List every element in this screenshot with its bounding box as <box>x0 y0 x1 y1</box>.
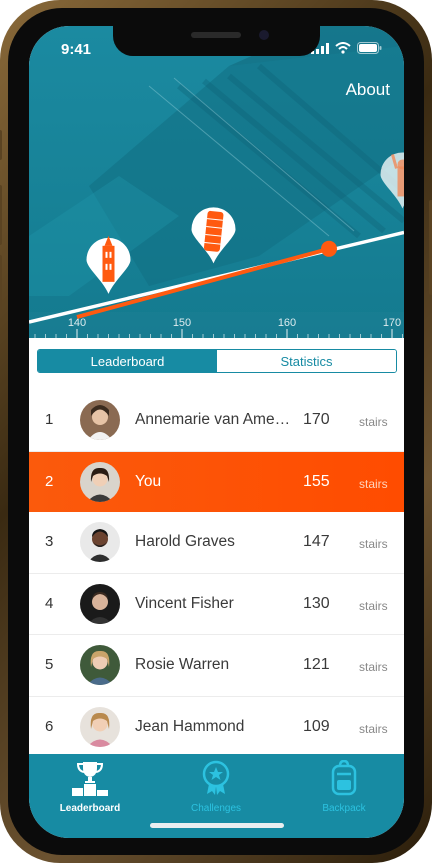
status-time: 9:41 <box>61 41 92 58</box>
avatar <box>80 583 120 624</box>
avatar <box>80 645 120 685</box>
progress-chart: 140 150 160 170 <box>29 152 404 338</box>
progress-marker <box>321 240 337 257</box>
row-rank: 6 <box>45 717 54 735</box>
row-rank: 4 <box>45 594 54 612</box>
leaderboard-row[interactable]: 3 Harold Graves 147 stairs <box>29 512 404 574</box>
row-unit: stairs <box>359 721 388 736</box>
nav-label: Leaderboard <box>59 803 121 814</box>
row-name: Annemarie van Ame… <box>135 411 291 428</box>
avatar <box>80 522 120 562</box>
volume-down-button <box>0 255 2 315</box>
battery-icon <box>357 42 382 54</box>
row-unit: stairs <box>359 598 388 613</box>
row-name: Harold Graves <box>135 533 235 550</box>
avatar <box>80 461 120 502</box>
phone-frame: 140 150 160 170 9:41 About Leaderboard S… <box>0 0 432 863</box>
row-unit: stairs <box>359 476 388 491</box>
nav-leaderboard[interactable]: Leaderboard <box>45 760 135 814</box>
nav-backpack[interactable]: Backpack <box>299 759 389 814</box>
row-rank: 2 <box>45 472 54 490</box>
axis-tick-label: 140 <box>68 317 86 329</box>
row-name: Rosie Warren <box>135 656 230 673</box>
wifi-icon <box>335 42 351 54</box>
row-rank: 5 <box>45 656 54 673</box>
leaderboard-row[interactable]: 5 Rosie Warren 121 stairs <box>29 635 404 697</box>
home-indicator <box>150 823 284 828</box>
mute-switch <box>0 130 2 160</box>
nav-label: Challenges <box>190 803 242 814</box>
row-rank: 1 <box>45 411 54 428</box>
axis-tick-label: 160 <box>278 317 296 329</box>
row-name: Vincent Fisher <box>135 594 234 612</box>
tab-statistics[interactable]: Statistics <box>217 350 396 372</box>
medal-icon <box>202 760 230 795</box>
row-unit: stairs <box>359 537 388 551</box>
leaderboard-row[interactable]: 6 Jean Hammond 109 stairs <box>29 696 404 758</box>
status-icons <box>311 42 382 54</box>
nav-label: Backpack <box>322 803 366 814</box>
row-unit: stairs <box>359 660 388 674</box>
row-name: Jean Hammond <box>135 717 245 735</box>
segmented-tabs: Leaderboard Statistics <box>37 349 397 373</box>
row-unit: stairs <box>359 415 388 429</box>
tab-leaderboard[interactable]: Leaderboard <box>38 350 217 372</box>
volume-up-button <box>0 185 2 245</box>
leaderboard-list: 1 Annemarie van Ame… 170 stairs 2 You 15… <box>29 390 404 758</box>
row-value: 109 <box>303 717 330 735</box>
row-value: 121 <box>303 656 330 673</box>
nav-challenges[interactable]: Challenges <box>171 760 261 814</box>
about-link[interactable]: About <box>346 80 390 100</box>
row-value: 130 <box>303 594 330 612</box>
bottom-nav: Leaderboard Challenges Backpack <box>29 754 404 838</box>
axis-tick-label: 150 <box>173 317 191 329</box>
front-camera <box>259 30 269 40</box>
row-name: You <box>135 472 162 490</box>
backpack-icon <box>331 759 357 796</box>
row-value: 155 <box>303 472 330 490</box>
trophy-podium-icon <box>72 762 108 796</box>
speaker <box>191 32 241 38</box>
axis-tick-label: 170 <box>383 317 401 329</box>
row-rank: 3 <box>45 533 54 550</box>
row-value: 147 <box>303 533 330 550</box>
leaderboard-row[interactable]: 4 Vincent Fisher 130 stairs <box>29 573 404 635</box>
notch <box>113 26 320 56</box>
leaderboard-row-you[interactable]: 2 You 155 stairs <box>29 451 404 512</box>
row-value: 170 <box>303 411 330 428</box>
progress-map-header: 140 150 160 170 <box>29 26 404 338</box>
leaderboard-row[interactable]: 1 Annemarie van Ame… 170 stairs <box>29 390 404 452</box>
avatar <box>80 400 120 440</box>
screen: 140 150 160 170 9:41 About Leaderboard S… <box>29 26 404 838</box>
avatar <box>80 706 120 747</box>
